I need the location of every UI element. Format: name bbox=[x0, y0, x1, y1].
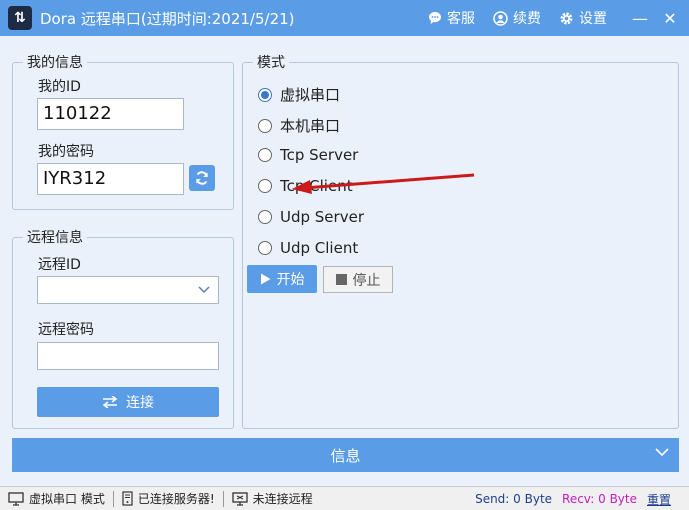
remote-desktop-icon bbox=[231, 491, 248, 506]
status-bar: 虚拟串口 模式 已连接服务器! 未连接远程 Send: 0 Byte Recv:… bbox=[0, 486, 689, 510]
mode-option-label: 本机串口 bbox=[280, 117, 341, 135]
mode-option-virtual-serial[interactable]: 虚拟串口 bbox=[258, 84, 340, 105]
renew-label: 续费 bbox=[513, 11, 541, 27]
my-id-label: 我的ID bbox=[38, 79, 81, 95]
remote-password-label: 远程密码 bbox=[38, 322, 94, 338]
stop-button[interactable]: 停止 bbox=[323, 266, 393, 293]
radio-button[interactable] bbox=[258, 241, 272, 255]
my-id-field[interactable]: 110122 bbox=[37, 98, 184, 130]
status-remote: 未连接远程 bbox=[231, 490, 313, 507]
radio-button[interactable] bbox=[258, 87, 272, 102]
start-label: 开始 bbox=[276, 272, 305, 288]
settings-button[interactable]: 设置 bbox=[559, 8, 607, 28]
my-password-label: 我的密码 bbox=[38, 144, 94, 160]
reset-link[interactable]: 重置 bbox=[647, 491, 671, 508]
status-mode: 虚拟串口 模式 bbox=[8, 490, 105, 507]
window-title: Dora 远程串口(过期时间:2021/5/21) bbox=[40, 9, 295, 28]
annotation-arrow-icon bbox=[292, 173, 475, 194]
server-icon bbox=[122, 491, 133, 506]
send-counter: Send: 0 Byte bbox=[475, 492, 553, 506]
connect-label: 连接 bbox=[126, 395, 154, 411]
mode-option-udp-server[interactable]: Udp Server bbox=[258, 208, 364, 226]
play-icon bbox=[260, 273, 270, 285]
remote-id-label: 远程ID bbox=[38, 257, 81, 273]
refresh-password-button[interactable] bbox=[189, 165, 215, 191]
recv-counter: Recv: 0 Byte bbox=[562, 492, 637, 506]
my-info-legend: 我的信息 bbox=[27, 55, 83, 71]
mode-option-tcp-server[interactable]: Tcp Server bbox=[258, 146, 358, 164]
service-button[interactable]: 客服 bbox=[428, 8, 475, 28]
radio-button[interactable] bbox=[258, 179, 272, 193]
mode-option-label: 虚拟串口 bbox=[280, 86, 341, 104]
user-icon bbox=[493, 10, 508, 26]
status-server-text: 已连接服务器! bbox=[137, 492, 215, 506]
status-mode-text: 虚拟串口 模式 bbox=[29, 492, 105, 506]
stop-icon bbox=[335, 274, 347, 285]
mode-option-label: Udp Server bbox=[280, 208, 364, 226]
chat-icon bbox=[429, 12, 441, 24]
monitor-icon bbox=[8, 491, 24, 506]
radio-button[interactable] bbox=[258, 148, 272, 162]
status-divider bbox=[112, 490, 114, 507]
remote-info-legend: 远程信息 bbox=[27, 230, 83, 246]
settings-label: 设置 bbox=[579, 11, 607, 27]
radio-button[interactable] bbox=[258, 210, 272, 224]
connect-button[interactable]: 连接 bbox=[37, 387, 219, 417]
info-label: 信息 bbox=[330, 446, 361, 465]
chevron-down-icon bbox=[655, 448, 669, 457]
close-button[interactable]: ✕ bbox=[655, 0, 685, 36]
refresh-icon bbox=[196, 171, 208, 185]
info-panel-toggle[interactable]: 信息 bbox=[12, 438, 679, 472]
chevron-down-icon bbox=[198, 286, 210, 294]
remote-password-field[interactable] bbox=[37, 342, 219, 370]
minimize-button[interactable]: — bbox=[625, 0, 655, 36]
stop-label: 停止 bbox=[352, 272, 381, 289]
renew-button[interactable]: 续费 bbox=[493, 8, 541, 28]
mode-option-label: Udp Client bbox=[280, 239, 359, 257]
app-logo-icon: ⇅ bbox=[8, 6, 32, 30]
my-password-field[interactable]: IYR312 bbox=[37, 163, 184, 195]
title-bar: ⇅ Dora 远程串口(过期时间:2021/5/21) 客服 续费 设置 — ✕ bbox=[0, 0, 689, 36]
mode-option-local-serial[interactable]: 本机串口 bbox=[258, 115, 340, 136]
status-server: 已连接服务器! bbox=[122, 490, 215, 507]
service-label: 客服 bbox=[447, 11, 475, 27]
gear-icon bbox=[560, 12, 573, 24]
status-remote-text: 未连接远程 bbox=[252, 492, 313, 506]
mode-option-label: Tcp Server bbox=[280, 146, 359, 164]
swap-icon bbox=[102, 396, 118, 408]
mode-option-udp-client[interactable]: Udp Client bbox=[258, 239, 358, 257]
remote-id-select[interactable] bbox=[37, 276, 219, 304]
start-button[interactable]: 开始 bbox=[247, 265, 317, 293]
radio-button[interactable] bbox=[258, 118, 272, 133]
mode-legend: 模式 bbox=[257, 55, 285, 71]
status-divider bbox=[222, 490, 224, 507]
